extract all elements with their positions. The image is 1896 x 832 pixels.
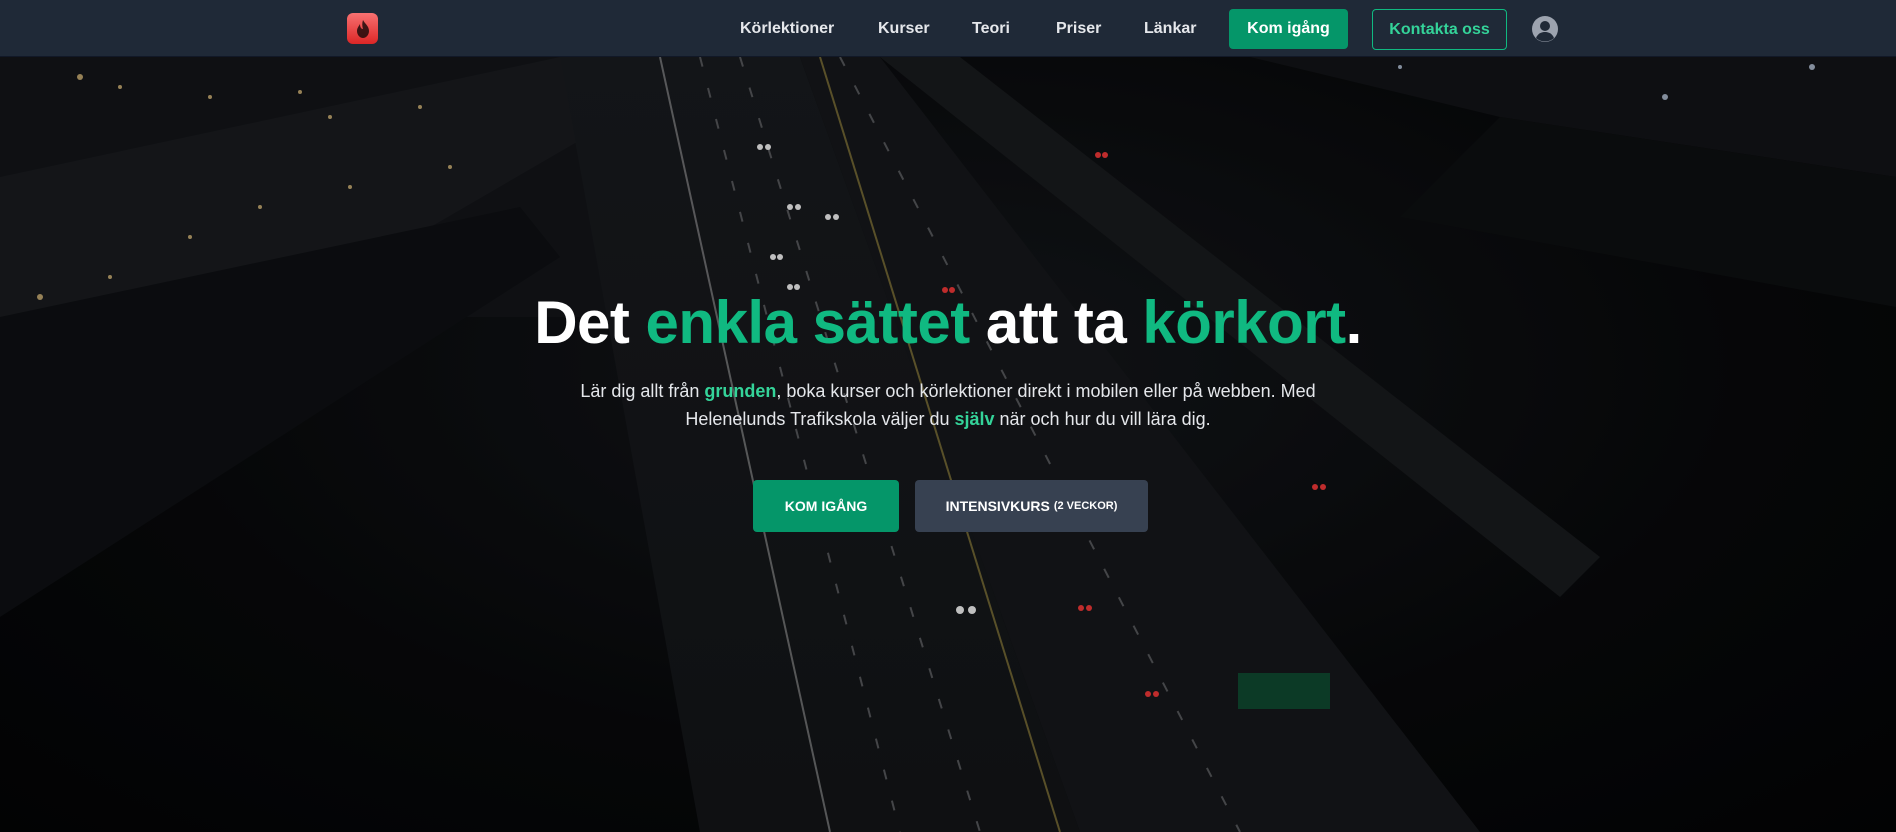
hero-background-image (0, 57, 1896, 832)
nav-link-korlektioner[interactable]: Körlektioner (740, 0, 834, 57)
headline-text-1: Det (534, 289, 646, 356)
subtitle-text-3: när och hur du vill lära dig. (994, 409, 1211, 429)
get-started-hero-button[interactable]: KOM IGÅNG (753, 480, 899, 532)
headline-highlight-2: körkort (1142, 289, 1346, 356)
nav-link-priser[interactable]: Priser (1056, 0, 1101, 57)
intensive-course-duration: (2 VECKOR) (1053, 500, 1118, 512)
headline-highlight-1: enkla sättet (645, 289, 971, 356)
user-avatar-icon[interactable] (1531, 15, 1559, 43)
headline-text-2: att ta (969, 289, 1143, 356)
contact-us-button[interactable]: Kontakta oss (1372, 9, 1507, 50)
top-navbar: Körlektioner Kurser Teori Priser Länkar … (0, 0, 1896, 57)
intensive-course-label: INTENSIVKURS (945, 498, 1050, 514)
nav-link-lankar[interactable]: Länkar (1144, 0, 1196, 57)
hero-subtitle: Lär dig allt från grunden, boka kurser o… (560, 377, 1336, 433)
hero-headline: Det enkla sättet att ta körkort. (0, 288, 1896, 357)
subtitle-highlight-1: grunden (704, 381, 777, 401)
intensive-course-button[interactable]: INTENSIVKURS (2 VECKOR) (915, 480, 1148, 532)
nav-link-teori[interactable]: Teori (972, 0, 1010, 57)
subtitle-highlight-2: själv (954, 409, 995, 429)
flame-logo-icon[interactable] (347, 13, 378, 44)
nav-link-kurser[interactable]: Kurser (878, 0, 930, 57)
headline-text-3: . (1345, 289, 1363, 356)
get-started-nav-button[interactable]: Kom igång (1229, 9, 1348, 49)
subtitle-text-1: Lär dig allt från (580, 381, 705, 401)
